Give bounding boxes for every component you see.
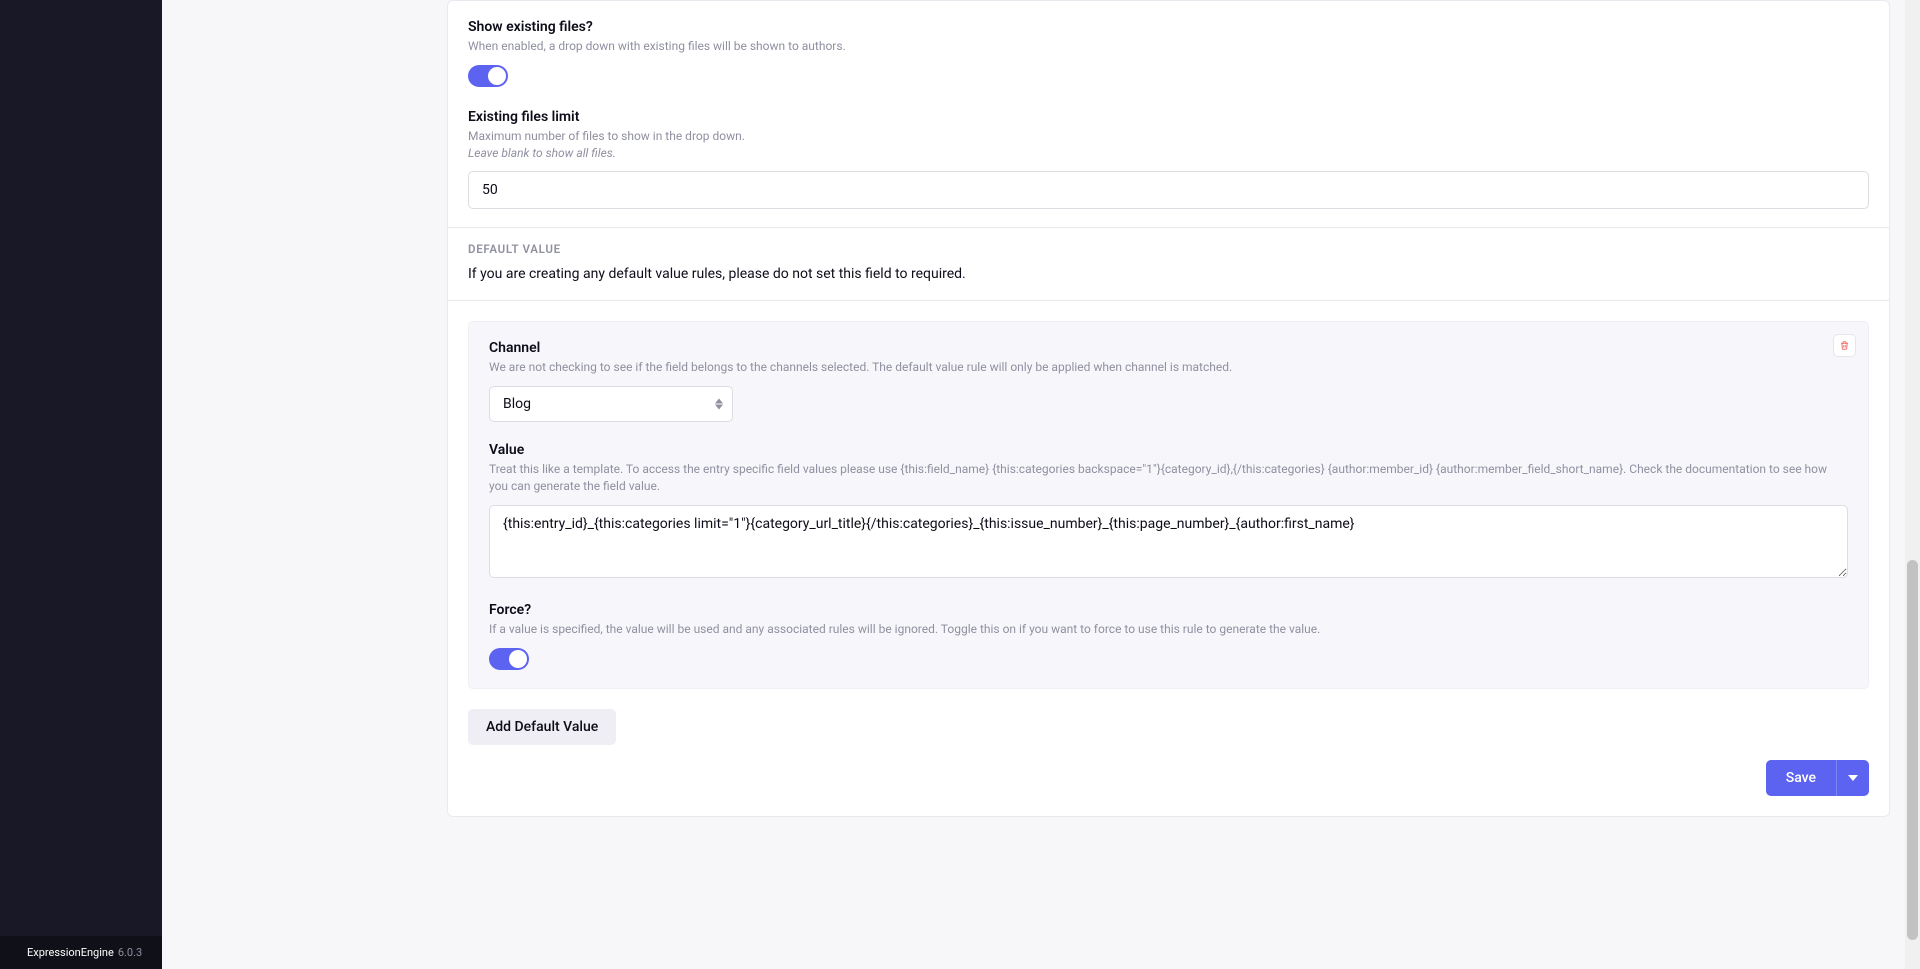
- show-existing-toggle[interactable]: [468, 65, 508, 87]
- channel-label: Channel: [489, 340, 1848, 356]
- save-button[interactable]: Save: [1766, 760, 1836, 796]
- footer-actions: Save: [448, 760, 1889, 816]
- chevron-down-icon: [1848, 775, 1858, 781]
- value-field: Value Treat this like a template. To acc…: [489, 442, 1848, 582]
- force-toggle[interactable]: [489, 648, 529, 670]
- brand-name: ExpressionEngine: [27, 946, 114, 959]
- default-value-section-title: Default Value: [448, 227, 1889, 266]
- delete-rule-button[interactable]: [1833, 334, 1856, 357]
- version-label: 6.0.3: [118, 946, 142, 959]
- force-label: Force?: [489, 602, 1848, 618]
- existing-limit-input[interactable]: [468, 171, 1869, 209]
- show-existing-group: Show existing files? When enabled, a dro…: [468, 19, 1869, 87]
- channel-select-wrap: Blog: [489, 386, 733, 422]
- channel-field: Channel We are not checking to see if th…: [489, 340, 1848, 422]
- default-value-rule-card: Channel We are not checking to see if th…: [468, 321, 1869, 688]
- existing-limit-desc2: Leave blank to show all files.: [468, 145, 1869, 162]
- scrollbar-rail[interactable]: [1905, 0, 1920, 969]
- panel-top-section: Show existing files? When enabled, a dro…: [448, 1, 1889, 227]
- default-value-info: If you are creating any default value ru…: [448, 266, 1889, 301]
- channel-select[interactable]: Blog: [489, 386, 733, 422]
- existing-limit-label: Existing files limit: [468, 109, 1869, 125]
- add-default-value-button[interactable]: Add Default Value: [468, 709, 616, 745]
- toggle-knob: [509, 650, 527, 668]
- force-desc: If a value is specified, the value will …: [489, 621, 1848, 638]
- save-split-button: Save: [1766, 760, 1869, 796]
- value-label: Value: [489, 442, 1848, 458]
- value-textarea[interactable]: [489, 505, 1848, 578]
- value-desc: Treat this like a template. To access th…: [489, 461, 1848, 495]
- content-area: Show existing files? When enabled, a dro…: [162, 0, 1920, 969]
- force-field: Force? If a value is specified, the valu…: [489, 602, 1848, 670]
- sidebar: ExpressionEngine 6.0.3: [0, 0, 162, 969]
- save-dropdown-button[interactable]: [1836, 760, 1869, 796]
- show-existing-label: Show existing files?: [468, 19, 1869, 35]
- existing-limit-desc1: Maximum number of files to show in the d…: [468, 128, 1869, 145]
- existing-limit-group: Existing files limit Maximum number of f…: [468, 109, 1869, 210]
- trash-icon: [1840, 340, 1849, 351]
- scrollbar-thumb[interactable]: [1907, 560, 1918, 940]
- settings-panel: Show existing files? When enabled, a dro…: [447, 0, 1890, 817]
- toggle-knob: [488, 67, 506, 85]
- show-existing-desc: When enabled, a drop down with existing …: [468, 38, 1869, 55]
- channel-desc: We are not checking to see if the field …: [489, 359, 1848, 376]
- sidebar-footer: ExpressionEngine 6.0.3: [0, 936, 162, 969]
